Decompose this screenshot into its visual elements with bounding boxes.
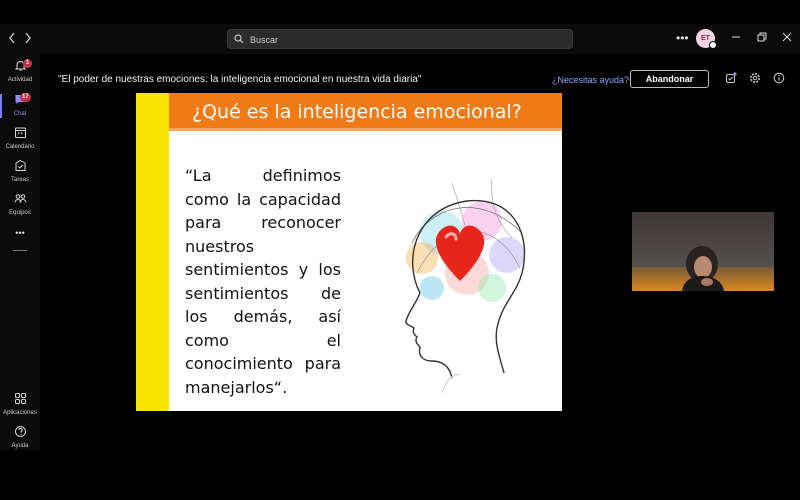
sidebar-item-calendar[interactable]: Calendario <box>0 126 40 150</box>
apps-icon <box>0 392 40 408</box>
close-button[interactable] <box>782 30 792 46</box>
avatar[interactable]: ET <box>696 29 717 49</box>
presence-status-icon <box>709 41 717 49</box>
shield-badge-icon <box>726 72 737 83</box>
help-link[interactable]: ¿Necesitas ayuda? <box>552 75 629 85</box>
teams-icon <box>0 192 40 208</box>
slide-header-underline <box>169 128 562 131</box>
shield-badge-button[interactable] <box>725 72 737 87</box>
app-sidebar: 1 Actividad 17 Chat Calendario Tareas Eq… <box>0 54 40 450</box>
sidebar-item-label: Aplicaciones <box>3 410 37 416</box>
chevron-right-icon <box>25 32 31 44</box>
info-button[interactable] <box>773 72 785 87</box>
search-box[interactable] <box>227 29 573 49</box>
sidebar-item-label: Equipos <box>9 210 31 216</box>
participant-video-tile[interactable] <box>632 212 774 291</box>
sidebar-more-button[interactable]: ••• <box>0 226 40 241</box>
leave-button[interactable]: Abandonar <box>630 70 709 88</box>
meeting-title: "El poder de nuestras emociones: la inte… <box>58 74 422 85</box>
ellipsis-icon: ••• <box>15 228 25 238</box>
sidebar-item-tasks[interactable]: Tareas <box>0 159 40 183</box>
sidebar-item-label: Actividad <box>7 77 33 83</box>
title-bar: ••• ET <box>0 24 800 54</box>
avatar-initials: ET <box>701 35 710 42</box>
ellipsis-icon: ••• <box>676 31 689 45</box>
forward-button[interactable] <box>24 32 32 47</box>
chevron-left-icon <box>9 32 15 44</box>
restore-button[interactable] <box>757 30 767 46</box>
settings-icon <box>750 73 760 83</box>
activity-badge: 1 <box>23 59 32 68</box>
sidebar-item-label: Tareas <box>10 177 29 183</box>
info-icon <box>773 72 785 84</box>
search-input[interactable] <box>248 32 552 48</box>
bell-icon <box>0 59 40 75</box>
sidebar-item-apps[interactable]: Aplicaciones <box>0 392 40 416</box>
sidebar-item-help[interactable]: Ayuda <box>0 425 40 449</box>
slide-title: ¿Qué es la inteligencia emocional? <box>192 101 522 123</box>
slide-quote: “La definimos como la capacidad para rec… <box>185 166 341 397</box>
sidebar-item-activity[interactable]: 1 Actividad <box>0 59 40 83</box>
back-button[interactable] <box>8 32 16 47</box>
settings-button[interactable] <box>749 72 761 87</box>
slide-yellow-stripe <box>136 93 169 411</box>
participant-figure <box>682 246 724 291</box>
sidebar-item-label: Ayuda <box>11 443 29 449</box>
minimize-icon <box>732 36 740 38</box>
tasks-icon <box>0 159 40 175</box>
chat-badge: 17 <box>20 93 31 102</box>
help-icon <box>0 425 40 441</box>
more-options-button[interactable]: ••• <box>676 30 689 46</box>
close-icon <box>782 32 792 42</box>
sidebar-divider <box>13 250 27 251</box>
minimize-button[interactable] <box>731 30 741 46</box>
restore-icon <box>757 32 767 42</box>
shared-slide: ¿Qué es la inteligencia emocional? “La d… <box>136 93 562 411</box>
search-icon <box>234 34 244 44</box>
head-silhouette-with-heart-illustration <box>405 177 526 394</box>
sidebar-item-label: Calendario <box>5 144 35 150</box>
calendar-icon <box>0 126 40 142</box>
sidebar-item-label: Chat <box>13 111 27 117</box>
sidebar-item-teams[interactable]: Equipos <box>0 192 40 216</box>
sidebar-item-chat[interactable]: 17 Chat <box>0 93 40 117</box>
